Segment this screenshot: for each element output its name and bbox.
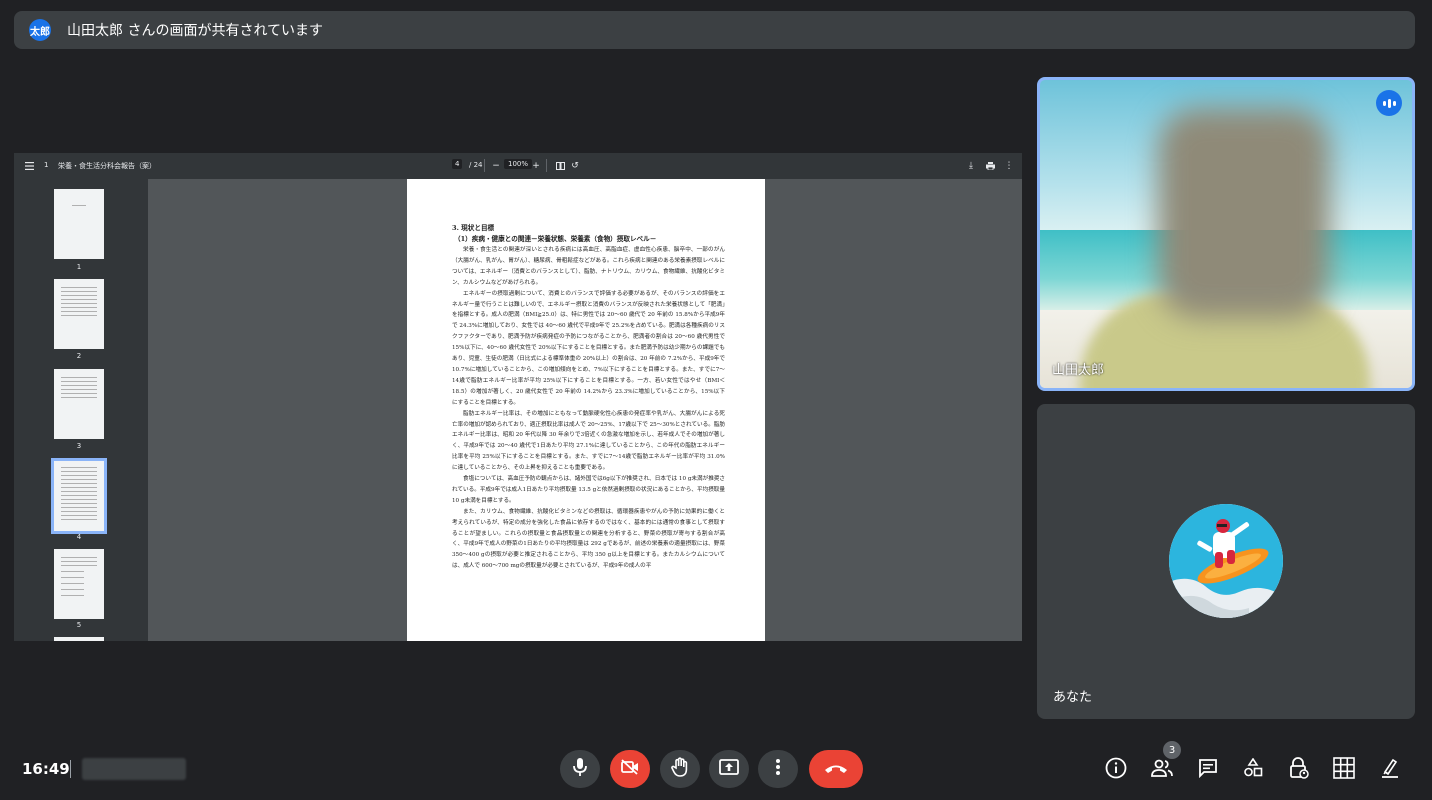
pdf-page-total: / 24	[469, 161, 483, 169]
people-icon	[1150, 759, 1174, 781]
menu-icon[interactable]	[23, 160, 35, 172]
thumbnail-page-2[interactable]	[54, 279, 104, 349]
companion-button[interactable]	[1376, 756, 1404, 784]
participant-tile-remote[interactable]: 山田太郎	[1037, 77, 1415, 391]
more-vert-icon	[775, 758, 781, 780]
pdf-title: 栄養・食生活分科会報告（案）	[58, 162, 156, 170]
mic-button[interactable]	[560, 750, 600, 788]
page-paragraph: また、カリウム、食物繊維、抗酸化ビタミンなどの摂取は、循環器疾患やがんの予防に効…	[452, 508, 725, 570]
page-paragraph: 脂肪エネルギー比率は、その増加にともなって動脈硬化性心疾患の発症率や乳がん、大腸…	[452, 410, 725, 472]
mic-icon	[572, 757, 588, 781]
thumbnail-page-6[interactable]	[54, 637, 104, 641]
chat-icon	[1198, 758, 1218, 782]
thumbnail-page-3[interactable]	[54, 369, 104, 439]
more-vert-icon[interactable]: ⋮	[1003, 160, 1015, 172]
meeting-code-redacted	[82, 758, 186, 780]
thumbnail-label: 2	[76, 352, 82, 360]
presentation-banner: 太郎 山田太郎 さんの画面が共有されています	[14, 11, 1415, 49]
info-icon	[1105, 757, 1127, 783]
chat-button[interactable]	[1194, 756, 1222, 784]
participant-name: 山田太郎	[1052, 363, 1105, 378]
download-icon[interactable]: ⤓	[965, 160, 977, 172]
pdf-zoom-level[interactable]: 100%	[504, 159, 533, 169]
speaking-indicator-icon	[1376, 90, 1402, 116]
zoom-in-icon[interactable]: +	[530, 160, 542, 172]
toolbar-divider	[546, 159, 547, 172]
camera-button[interactable]	[610, 750, 650, 788]
pdf-doc-number: 1	[44, 161, 49, 169]
lock-person-icon	[1289, 757, 1309, 783]
avatar	[1169, 504, 1283, 618]
zoom-out-icon[interactable]: −	[490, 160, 502, 172]
raise-hand-icon	[671, 757, 689, 781]
pdf-thumbnail-sidebar[interactable]: 1 2 3 4 5	[14, 179, 148, 641]
thumbnail-label: 1	[76, 263, 82, 271]
pdf-page: 3. 現状と目標 （1）疾病・健康との関連－栄養状態、栄養素（食物）摂取レベル－…	[407, 179, 765, 641]
thumbnail-label: 4	[76, 533, 82, 541]
clock: 16:49	[22, 760, 70, 778]
layout-button[interactable]	[1330, 756, 1358, 784]
print-icon[interactable]	[984, 160, 996, 172]
thumbnail-page-1[interactable]	[54, 189, 104, 259]
presenter-avatar: 太郎	[29, 19, 51, 41]
participant-face-blurred	[1158, 108, 1330, 318]
page-paragraph: エネルギーの摂取過剰について、消費とのバランスで評価する必要があるが、そのバラン…	[452, 290, 725, 406]
page-subheading: （1）疾病・健康との関連－栄養状態、栄養素（食物）摂取レベル－	[454, 235, 657, 243]
raise-hand-button[interactable]	[660, 750, 700, 788]
grid-icon	[1333, 757, 1355, 783]
present-screen-icon	[719, 759, 739, 779]
pdf-page-input[interactable]: 4	[452, 159, 463, 169]
page-paragraph: 栄養・食生活との関連が深いとされる疾病には高血圧、高脂血症、虚血性心疾患、脳卒中…	[452, 247, 725, 286]
pdf-toolbar: 1 栄養・食生活分科会報告（案） 4 / 24 − 100% + ↺ ⤓ ⋮	[14, 153, 1022, 179]
more-options-button[interactable]	[758, 750, 798, 788]
host-controls-button[interactable]	[1285, 756, 1313, 784]
participant-tile-self[interactable]: あなた	[1037, 404, 1415, 719]
people-count-badge: 3	[1163, 741, 1181, 759]
thumbnail-label: 5	[76, 621, 82, 629]
present-button[interactable]	[709, 750, 749, 788]
thumbnail-page-4[interactable]	[51, 458, 107, 534]
page-heading: 3. 現状と目標	[452, 224, 495, 232]
activities-icon	[1243, 757, 1263, 782]
people-button[interactable]	[1148, 756, 1176, 784]
bottom-divider	[70, 760, 71, 778]
shared-screen[interactable]: 1 栄養・食生活分科会報告（案） 4 / 24 − 100% + ↺ ⤓ ⋮ 1…	[14, 153, 1022, 641]
participant-name: あなた	[1053, 690, 1093, 705]
meeting-info-button[interactable]	[1102, 756, 1130, 784]
end-call-button[interactable]	[809, 750, 863, 788]
companion-icon	[1380, 757, 1400, 783]
rotate-icon[interactable]: ↺	[569, 160, 581, 172]
presentation-banner-text: 山田太郎 さんの画面が共有されています	[67, 23, 324, 39]
end-call-icon	[824, 760, 848, 779]
page-paragraph: 食塩については、高血圧予防の観点からは、諸外国では6g以下が推奨され、日本では …	[452, 476, 725, 504]
thumbnail-page-5[interactable]	[54, 549, 104, 619]
thumbnail-label: 3	[76, 442, 82, 450]
activities-button[interactable]	[1239, 756, 1267, 784]
camera-off-icon	[620, 759, 640, 779]
fit-page-icon[interactable]	[554, 160, 566, 172]
toolbar-divider	[484, 159, 485, 172]
